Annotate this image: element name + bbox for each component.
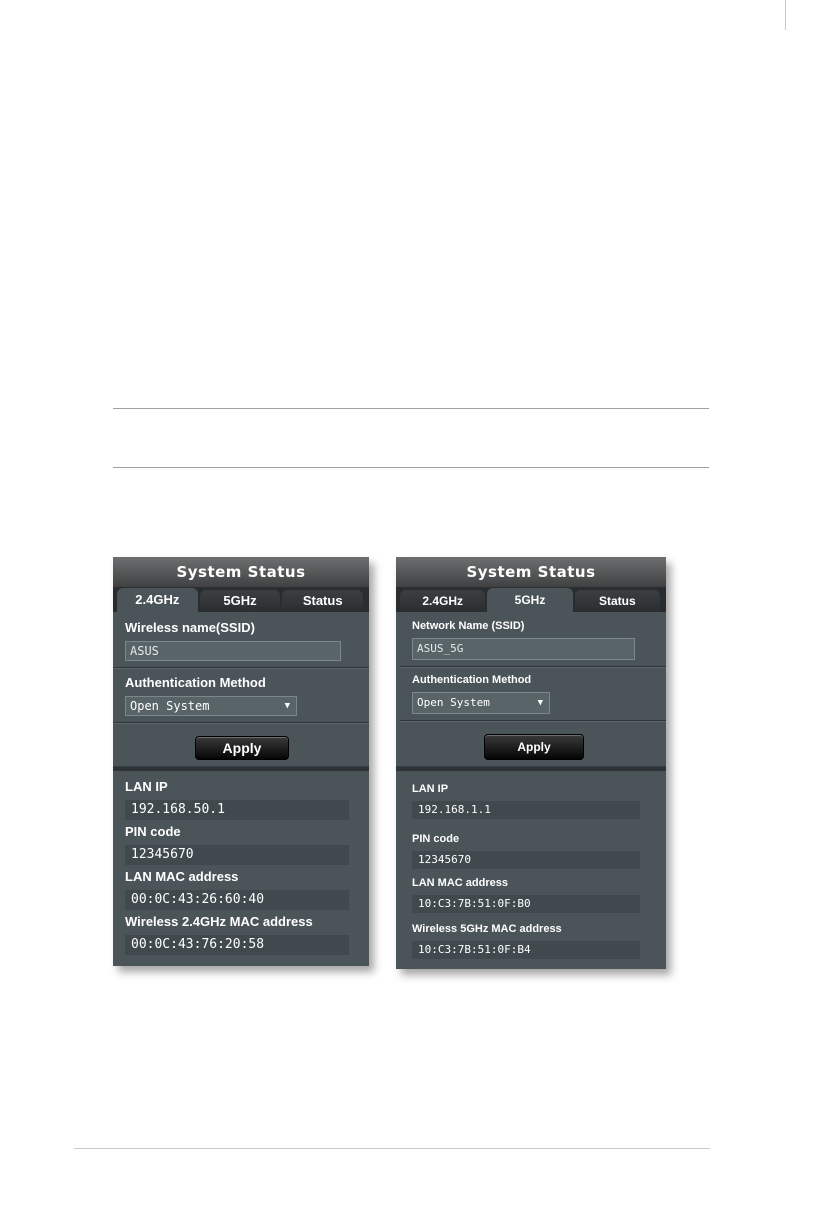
- auth-method-select[interactable]: Open System ▼: [125, 696, 297, 716]
- divider: [113, 722, 369, 724]
- status-info: LAN IP 192.168.1.1 PIN code 12345670 LAN…: [396, 771, 666, 959]
- pin-code-label: PIN code: [125, 824, 181, 839]
- divider: [400, 666, 666, 668]
- auth-method-label: Authentication Method: [412, 674, 532, 686]
- ssid-label: Network Name (SSID): [412, 620, 525, 632]
- tab-5ghz[interactable]: 5GHz: [199, 590, 281, 612]
- status-info: LAN IP 192.168.50.1 PIN code 12345670 LA…: [113, 771, 369, 955]
- lan-mac-value: 00:0C:43:26:60:40: [125, 890, 349, 910]
- tab-5ghz[interactable]: 5GHz: [487, 588, 573, 612]
- panel-title: System Status: [396, 557, 666, 588]
- auth-method-value: Open System: [130, 699, 210, 713]
- divider: [400, 720, 666, 722]
- wireless-settings: Network Name (SSID) ASUS_5G Authenticati…: [396, 612, 666, 766]
- pin-code-value: 12345670: [412, 851, 640, 869]
- tab-status[interactable]: Status: [574, 590, 660, 612]
- note-rule-top: [113, 408, 709, 409]
- page-edge-line: [785, 0, 786, 30]
- lan-ip-value: 192.168.1.1: [412, 801, 640, 819]
- lan-mac-value: 10:C3:7B:51:0F:B0: [412, 895, 640, 913]
- tab-status[interactable]: Status: [282, 590, 364, 612]
- auth-method-label: Authentication Method: [125, 675, 266, 690]
- tab-24ghz[interactable]: 2.4GHz: [117, 588, 198, 612]
- system-status-panel-24ghz: System Status 2.4GHz 5GHz Status Wireles…: [113, 557, 369, 966]
- ssid-input[interactable]: ASUS_5G: [412, 638, 635, 660]
- divider: [113, 667, 369, 669]
- triangle-down-icon: ▼: [284, 701, 290, 711]
- tab-bar: 2.4GHz 5GHz Status: [113, 588, 369, 612]
- footer-rule: [74, 1148, 710, 1149]
- panel-title: System Status: [113, 557, 369, 588]
- tab-24ghz[interactable]: 2.4GHz: [400, 590, 486, 612]
- wireless-settings: Wireless name(SSID) ASUS Authentication …: [113, 612, 369, 766]
- system-status-panel-5ghz: System Status 2.4GHz 5GHz Status Network…: [396, 557, 666, 969]
- triangle-down-icon: ▼: [537, 698, 543, 708]
- lan-mac-label: LAN MAC address: [412, 877, 508, 889]
- wireless-mac-label: Wireless 5GHz MAC address: [412, 923, 562, 935]
- note-rule-bottom: [113, 467, 709, 468]
- wireless-mac-value: 10:C3:7B:51:0F:B4: [412, 941, 640, 959]
- wireless-mac-value: 00:0C:43:76:20:58: [125, 935, 349, 955]
- apply-button[interactable]: Apply: [484, 734, 584, 760]
- lan-ip-label: LAN IP: [125, 779, 168, 794]
- pin-code-label: PIN code: [412, 833, 460, 845]
- apply-button[interactable]: Apply: [195, 736, 289, 760]
- tab-bar: 2.4GHz 5GHz Status: [396, 588, 666, 612]
- lan-mac-label: LAN MAC address: [125, 869, 239, 884]
- auth-method-select[interactable]: Open System ▼: [412, 692, 550, 714]
- ssid-input[interactable]: ASUS: [125, 641, 341, 661]
- ssid-label: Wireless name(SSID): [125, 620, 255, 635]
- lan-ip-value: 192.168.50.1: [125, 800, 349, 820]
- pin-code-value: 12345670: [125, 845, 349, 865]
- auth-method-value: Open System: [417, 696, 490, 709]
- lan-ip-label: LAN IP: [412, 783, 449, 795]
- wireless-mac-label: Wireless 2.4GHz MAC address: [125, 914, 313, 929]
